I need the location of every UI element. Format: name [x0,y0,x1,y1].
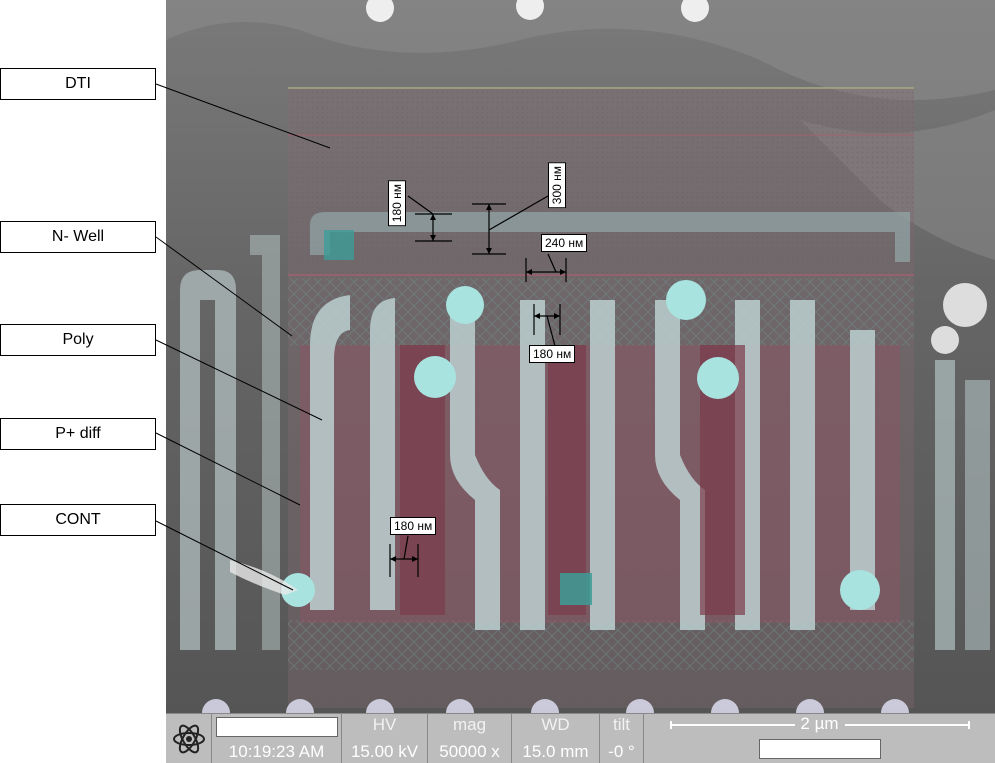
hv-cell: HV 15.00 kV [342,714,428,763]
poly-fingers [310,295,875,630]
mag-value: 50000 x [439,742,500,761]
contact-square [560,573,592,605]
sem-info-bar: 10:19:23 AM HV 15.00 kV mag 50000 x WD 1… [166,713,995,763]
label-n-well: N- Well [0,221,156,253]
wd-label: WD [541,715,570,734]
scale-bar: 2 µm [669,714,970,735]
tilt-value: -0 ° [608,742,635,761]
measurement-180-bottom: 180 нм [390,517,437,535]
wd-cell: WD 15.0 mm [512,714,600,763]
blank-field [215,717,338,737]
tilt-label: tilt [613,715,630,734]
label-cont: CONT [0,504,156,536]
atom-icon [172,724,205,753]
diagram-stage: DTI N- Well Poly P+ diff CONT 180 нм 300… [0,0,995,763]
tilt-cell: tilt -0 ° [600,714,644,763]
measurement-180-top: 180 нм [388,180,406,227]
scale-text: 2 µm [794,714,845,734]
label-dti: DTI [0,68,156,100]
label-poly: Poly [0,324,156,356]
hv-label: HV [372,715,397,734]
blank-field [758,739,881,759]
mag-label: mag [452,715,487,734]
measurement-240: 240 нм [541,234,588,252]
measurement-180-mid: 180 нм [529,345,576,363]
mag-cell: mag 50000 x [428,714,512,763]
label-p-diff: P+ diff [0,418,156,450]
time-cell: 10:19:23 AM [212,714,342,763]
scale-cell: 2 µm [644,714,995,763]
sem-micrograph [155,0,995,727]
measurement-300: 300 нм [548,162,566,209]
logo-cell [166,714,212,763]
wd-value: 15.0 mm [522,742,589,761]
hv-value: 15.00 kV [350,742,419,761]
contact-square [324,230,354,260]
time-value: 10:19:23 AM [228,742,325,761]
